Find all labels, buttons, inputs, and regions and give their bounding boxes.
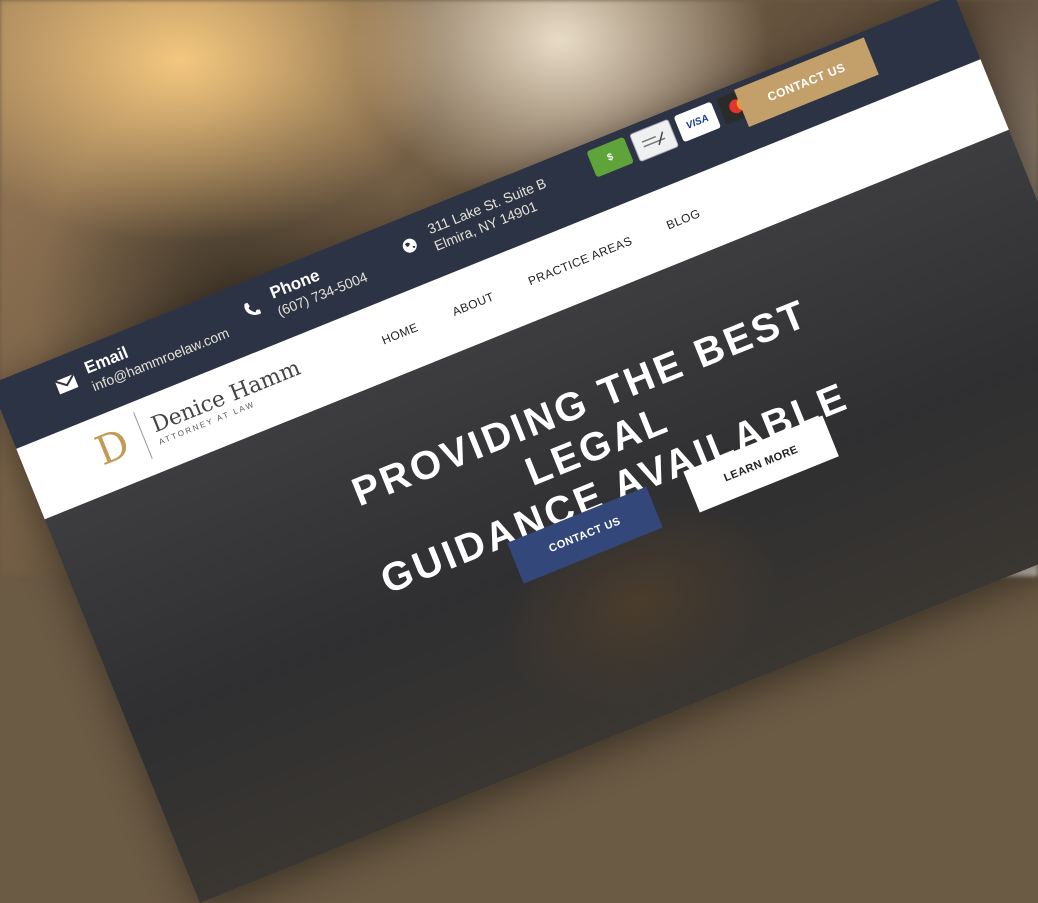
cash-icon: $ — [586, 136, 634, 178]
check-icon — [629, 118, 680, 163]
visa-icon: VISA — [673, 101, 722, 143]
nav-blog[interactable]: BLOG — [664, 206, 702, 232]
nav-home[interactable]: HOME — [380, 320, 420, 347]
nav-about[interactable]: ABOUT — [450, 289, 496, 318]
logo-mark: D — [89, 420, 137, 475]
globe-icon — [395, 231, 424, 260]
nav-practice-areas[interactable]: PRACTICE AREAS — [526, 234, 634, 289]
envelope-icon — [52, 370, 81, 399]
phone-icon — [238, 295, 267, 324]
